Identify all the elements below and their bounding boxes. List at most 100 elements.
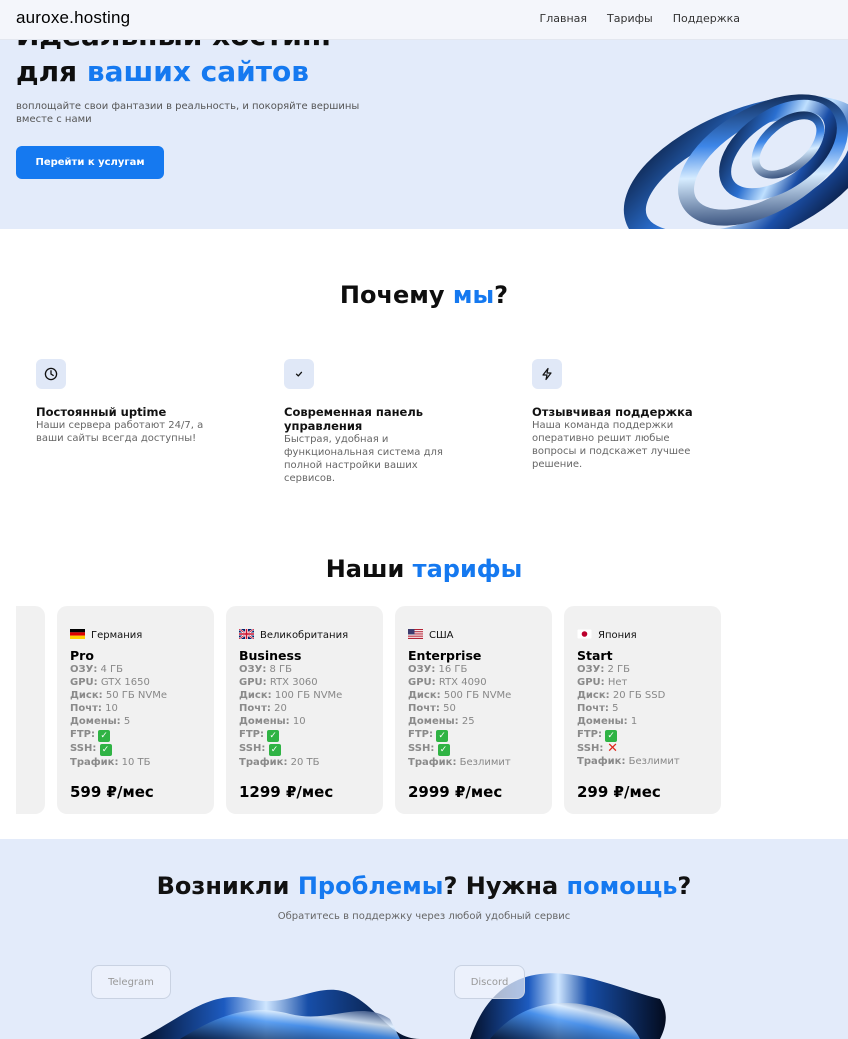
discord-button[interactable]: Discord — [454, 965, 525, 999]
plan-country: Нидерланды — [16, 628, 32, 642]
plan-spec-traffic-value: Безлимит — [628, 756, 680, 767]
plans-carousel[interactable]: Нидерланды ОЗУ: 2 ГБGPU: НетДиск: 20 ГБ … — [16, 606, 740, 814]
feature-support-title: Отзывчивая поддержка — [532, 405, 693, 419]
check-icon — [284, 359, 314, 389]
plan-spec-ftp: FTP: ✓ — [577, 728, 708, 742]
plan-card[interactable]: Великобритания Business ОЗУ: 8 ГБ GPU: RTX … — [226, 606, 383, 814]
plans-title-accent: тарифы — [412, 555, 523, 583]
plan-price: 599 ₽/мес — [70, 783, 154, 801]
plan-spec-gpu-label: GPU: — [70, 677, 98, 688]
plan-spec-ftp: FTP: ✓ — [16, 728, 32, 742]
plan-card[interactable]: США Enterprise ОЗУ: 16 ГБ GPU: RTX 4090 Диск… — [395, 606, 552, 814]
jp-flag-icon — [577, 628, 592, 642]
feature-uptime-title: Постоянный uptime — [36, 405, 167, 419]
telegram-button[interactable]: Telegram — [91, 965, 171, 999]
plan-price: 1299 ₽/мес — [239, 783, 334, 801]
plan-card[interactable]: Япония Start ОЗУ: 2 ГБ GPU: Нет Диск: 20 ГБ … — [564, 606, 721, 814]
nav-link-support[interactable]: Поддержка — [673, 12, 740, 25]
plan-spec-ftp-label: FTP: — [70, 729, 95, 740]
plan-spec-ram-value: 8 ГБ — [269, 664, 293, 675]
plan-spec-ftp: FTP: ✓ — [239, 728, 370, 742]
plan-spec-mail: Почт: 20 — [239, 702, 370, 715]
plan-country: Япония — [577, 628, 708, 642]
why-us-title-accent: мы — [452, 281, 495, 309]
plan-spec-mail-value: 50 — [443, 703, 456, 714]
help-abstract-ribbon-image — [140, 973, 666, 1039]
plan-spec-mail-label: Почт: — [577, 703, 609, 714]
plan-spec-domains-value: 5 — [123, 716, 131, 727]
plan-spec-ftp: FTP: ✓ — [70, 728, 201, 742]
plan-spec-gpu-value: RTX 3060 — [269, 677, 318, 688]
plan-spec-disk: Диск: 50 ГБ NVMe — [70, 689, 201, 702]
plan-spec-gpu-label: GPU: — [239, 677, 267, 688]
plan-spec-ssh: SSH: ✓ — [70, 742, 201, 756]
plan-spec-domains-label: Домены: — [70, 716, 121, 727]
plan-spec-ssh: SSH: ✕ — [577, 742, 708, 755]
plans-track: Нидерланды ОЗУ: 2 ГБGPU: НетДиск: 20 ГБ … — [16, 606, 721, 814]
check-icon: ✓ — [267, 730, 280, 742]
plan-spec-gpu-value: GTX 1650 — [100, 677, 150, 688]
plan-spec-mail: Почт: 10 — [70, 702, 201, 715]
plan-spec-disk: Диск: 100 ГБ NVMe — [239, 689, 370, 702]
plan-spec-disk: Диск: 20 ГБ SSD — [577, 689, 708, 702]
plan-country-name: Германия — [91, 629, 143, 641]
plan-spec-disk-label: Диск: — [408, 690, 441, 701]
plan-spec-disk-label: Диск: — [239, 690, 272, 701]
plan-spec-gpu-value: RTX 4090 — [438, 677, 487, 688]
help-title-help: помощь — [566, 872, 678, 900]
feature-uptime-text: Наши сервера работают 24/7, а ваши сайты… — [36, 420, 204, 444]
plan-spec-domains: Домены: 10 — [239, 715, 370, 728]
plan-spec-traffic-label: Трафик: — [239, 757, 288, 768]
help-title-part3: ? Нужна — [443, 872, 567, 900]
plan-spec-domains: Домены: 1 — [577, 715, 708, 728]
plan-spec-ftp: FTP: ✓ — [408, 728, 539, 742]
site-logo[interactable]: auroxe.hosting — [16, 8, 130, 28]
plan-spec-traffic: Трафик: 20 ТБ — [239, 756, 370, 769]
plan-card[interactable]: Германия Pro ОЗУ: 4 ГБ GPU: GTX 1650 Диск: 5… — [57, 606, 214, 814]
plan-spec-traffic: Трафик: 10 ТБ — [70, 756, 201, 769]
plan-spec-disk-label: Диск: — [70, 690, 103, 701]
plan-spec-disk: Диск: 500 ГБ NVMe — [408, 689, 539, 702]
plan-spec-disk: Диск: 20 ГБ SSD — [16, 689, 32, 702]
hero-abstract-rings-image — [623, 94, 848, 229]
plan-spec-mail-label: Почт: — [239, 703, 271, 714]
plan-name: Business — [239, 648, 302, 663]
plan-spec-ram-label: ОЗУ: — [70, 664, 98, 675]
feature-panel-title: Современная панель управления — [284, 405, 424, 433]
go-to-services-button[interactable]: Перейти к услугам — [16, 146, 164, 179]
plan-card[interactable]: Нидерланды ОЗУ: 2 ГБGPU: НетДиск: 20 ГБ … — [16, 606, 45, 814]
plan-spec-domains-label: Домены: — [408, 716, 459, 727]
cross-icon: ✕ — [607, 741, 618, 756]
plan-spec-ftp-label: FTP: — [408, 729, 433, 740]
plan-spec-ram: ОЗУ: 4 ГБ — [70, 663, 201, 676]
plan-country-name: Великобритания — [260, 629, 349, 641]
plan-country: Германия — [70, 628, 201, 642]
plan-price: 299 ₽/мес — [577, 783, 661, 801]
nav-link-plans[interactable]: Тарифы — [607, 12, 653, 25]
plan-spec-ssh: SSH: ✓ — [239, 742, 370, 756]
plan-spec-gpu: GPU: GTX 1650 — [70, 676, 201, 689]
plan-name: Start — [577, 648, 613, 663]
plan-spec-gpu: GPU: Нет — [577, 676, 708, 689]
check-icon: ✓ — [98, 730, 111, 742]
plan-spec-ssh-label: SSH: — [70, 743, 97, 754]
plan-name: Enterprise — [408, 648, 482, 663]
plan-spec-mail-label: Почт: — [408, 703, 440, 714]
plan-country-name: Япония — [598, 629, 637, 641]
feature-uptime: Постоянный uptime Наши сервера работают … — [36, 359, 216, 445]
why-us-title-end: ? — [494, 281, 509, 309]
plan-spec-ram-value: 16 ГБ — [438, 664, 468, 675]
nav-link-home[interactable]: Главная — [540, 12, 588, 25]
plan-spec-disk-label: Диск: — [577, 690, 610, 701]
why-us-title-plain: Почему — [339, 281, 453, 309]
plan-spec-ram: ОЗУ: 8 ГБ — [239, 663, 370, 676]
plan-spec-ssh-label: SSH: — [239, 743, 266, 754]
plan-spec-domains-value: 10 — [292, 716, 306, 727]
feature-panel: Современная панель управления Быстрая, у… — [284, 359, 456, 485]
plan-spec-ram-value: 2 ГБ — [607, 664, 631, 675]
feature-panel-text: Быстрая, удобная и функциональная систем… — [284, 434, 443, 484]
check-icon: ✓ — [436, 730, 449, 742]
plan-spec-mail: Почт: 5 — [16, 702, 32, 715]
plan-spec-ftp-label: FTP: — [577, 729, 602, 740]
plan-spec-ssh: SSH: ✓ — [408, 742, 539, 756]
